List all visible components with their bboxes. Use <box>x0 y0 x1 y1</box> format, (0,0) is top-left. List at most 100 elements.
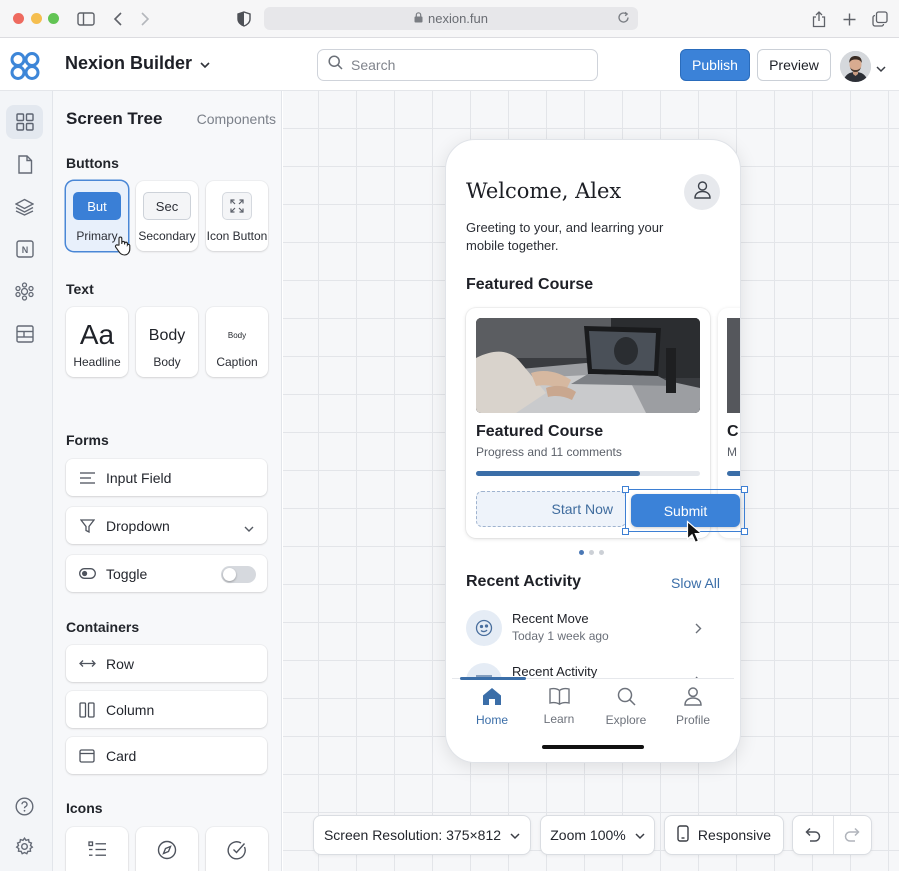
url-text: nexion.fun <box>428 11 488 26</box>
section-title-containers: Containers <box>66 619 140 635</box>
tab-label: Explore <box>605 713 647 727</box>
carousel-dot-active[interactable] <box>579 550 584 555</box>
body-preview: Body <box>148 327 186 344</box>
component-row[interactable]: Row <box>66 645 267 682</box>
tab-explore[interactable]: Explore <box>593 687 659 727</box>
publish-button[interactable]: Publish <box>680 49 750 81</box>
tab-home[interactable]: Home <box>459 687 525 727</box>
tab-profile[interactable]: Profile <box>660 687 726 727</box>
tab-label: Home <box>475 713 508 727</box>
course-progress-bar <box>476 471 700 476</box>
undo-icon[interactable] <box>805 827 821 846</box>
component-column[interactable]: Column <box>66 691 267 728</box>
gear-icon[interactable] <box>6 829 43 863</box>
phone-tab-bar: Home Learn Explore Profile <box>452 677 734 762</box>
layout-icon[interactable] <box>6 317 43 351</box>
preview-button[interactable]: Preview <box>757 49 831 81</box>
carousel-dot[interactable] <box>589 550 594 555</box>
toggle-switch[interactable] <box>221 566 256 583</box>
reload-icon[interactable] <box>617 11 630 27</box>
section-title-icons: Icons <box>66 800 103 816</box>
tab-screen-tree[interactable]: Screen Tree <box>66 109 162 129</box>
layers-icon[interactable] <box>6 190 43 224</box>
resize-handle-bl[interactable] <box>622 528 629 535</box>
app-header: Nexion Builder Publish Preview <box>0 38 899 91</box>
component-toggle[interactable]: Toggle <box>66 555 267 592</box>
see-all-link[interactable]: Slow All <box>671 575 720 591</box>
component-label: Row <box>106 655 135 672</box>
share-icon[interactable] <box>807 7 831 31</box>
person-icon <box>684 687 702 709</box>
activity-item[interactable]: Recent Move Today 1 week ago <box>466 608 722 648</box>
icon-tile-check[interactable] <box>206 827 268 871</box>
account-chevron-icon[interactable] <box>876 60 886 78</box>
notion-icon[interactable]: N <box>6 232 43 266</box>
avatar[interactable] <box>840 51 871 82</box>
carousel-dot[interactable] <box>599 550 604 555</box>
forward-icon[interactable] <box>133 7 157 31</box>
icon-tile-compass[interactable] <box>136 827 198 871</box>
component-label: Dropdown <box>106 517 170 534</box>
icon-tile-list[interactable] <box>66 827 128 871</box>
headline-preview: Aa <box>79 319 115 350</box>
secondary-button-preview: Sec <box>143 192 191 220</box>
minimize-window-dot[interactable] <box>31 13 42 24</box>
maximize-window-dot[interactable] <box>48 13 59 24</box>
search-box[interactable] <box>317 49 598 81</box>
screen-resolution-select[interactable]: Screen Resolution: 375×812 <box>313 815 531 855</box>
phone-preview[interactable]: Welcome, Alex Greeting to your, and lear… <box>445 139 741 763</box>
tab-label: Profile <box>675 713 710 727</box>
nexion-logo-icon[interactable] <box>9 51 41 81</box>
start-now-button[interactable]: Start Now <box>476 491 626 527</box>
plugin-icon[interactable] <box>6 274 43 308</box>
tab-components[interactable]: Components <box>197 111 276 127</box>
lines-icon <box>78 471 96 484</box>
resize-handle-tr[interactable] <box>741 486 748 493</box>
shield-icon[interactable] <box>232 7 256 31</box>
component-card[interactable]: Card <box>66 737 267 774</box>
responsive-label: Responsive <box>697 827 772 843</box>
tabs-overview-icon[interactable] <box>868 7 892 31</box>
profile-button[interactable] <box>684 174 720 210</box>
panel-tabs: Screen Tree Components <box>66 109 276 129</box>
component-caption: Primary <box>76 229 118 243</box>
recent-activity-heading: Recent Activity <box>466 573 581 590</box>
person-icon <box>693 180 711 204</box>
help-icon[interactable] <box>6 789 43 823</box>
page-icon[interactable] <box>6 147 43 181</box>
resize-handle-br[interactable] <box>741 528 748 535</box>
search-input[interactable] <box>351 57 571 73</box>
component-body[interactable]: Body Body <box>136 307 198 377</box>
redo-icon[interactable] <box>844 827 860 846</box>
grid-icon[interactable] <box>6 105 43 139</box>
project-title: Nexion Builder <box>65 53 193 73</box>
component-headline[interactable]: Aa Headline <box>66 307 128 377</box>
toggle-icon <box>78 568 96 579</box>
activity-title: Recent Move <box>512 611 589 626</box>
activity-subtitle: Today 1 week ago <box>512 629 609 643</box>
project-title-dropdown[interactable]: Nexion Builder <box>65 53 210 74</box>
resize-handle-tl[interactable] <box>622 486 629 493</box>
chevron-down-icon <box>244 520 254 536</box>
sidebar-toggle-icon[interactable] <box>74 7 98 31</box>
close-window-dot[interactable] <box>13 13 24 24</box>
greeting-text: Greeting to your, and learring your mobi… <box>466 220 664 253</box>
compass-icon <box>157 840 177 865</box>
component-dropdown[interactable]: Dropdown <box>66 507 267 544</box>
back-icon[interactable] <box>106 7 130 31</box>
component-icon-button[interactable]: Icon Button <box>206 181 268 251</box>
progress-fill <box>476 471 640 476</box>
responsive-toggle[interactable]: Responsive <box>664 815 784 855</box>
caption-preview: Body <box>227 331 247 340</box>
carousel-dots[interactable] <box>579 550 604 555</box>
components-panel: Screen Tree Components Buttons But Prima… <box>53 91 282 871</box>
zoom-select[interactable]: Zoom 100% <box>540 815 655 855</box>
component-secondary-button[interactable]: Sec Secondary <box>136 181 198 251</box>
component-caption: Secondary <box>138 229 196 243</box>
filter-icon <box>78 518 96 533</box>
component-caption[interactable]: Body Caption <box>206 307 268 377</box>
address-bar[interactable]: nexion.fun <box>264 7 638 30</box>
tab-learn[interactable]: Learn <box>526 687 592 726</box>
new-tab-icon[interactable] <box>837 7 861 31</box>
component-input-field[interactable]: Input Field <box>66 459 267 496</box>
